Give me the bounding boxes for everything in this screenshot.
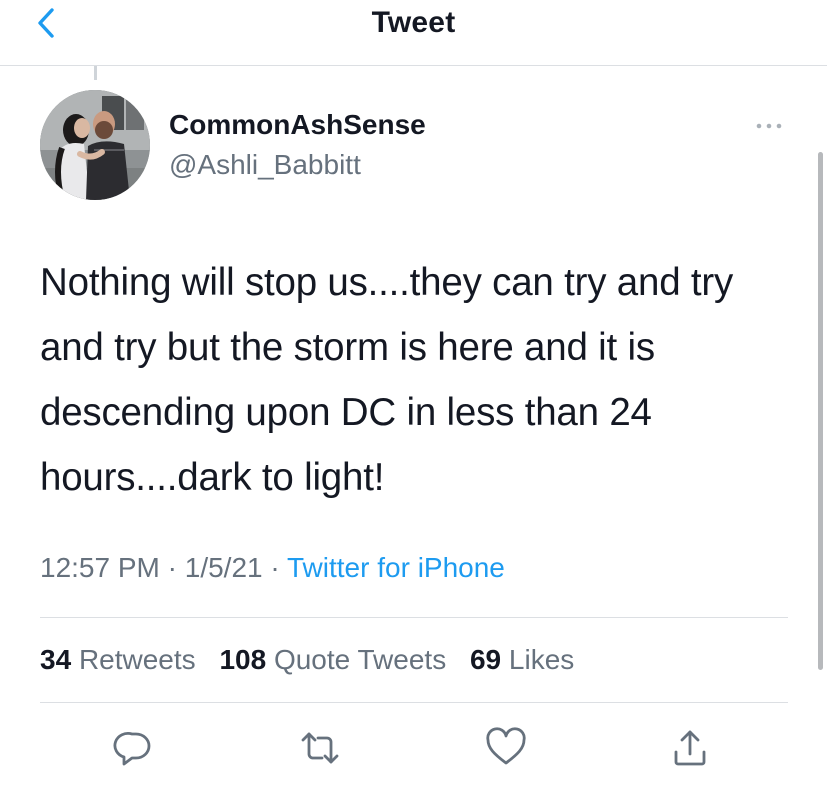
- author-display-name[interactable]: CommonAshSense: [169, 109, 426, 141]
- share-icon: [674, 730, 706, 766]
- reply-icon: [113, 732, 151, 766]
- divider: [40, 702, 788, 703]
- share-button[interactable]: [668, 726, 712, 770]
- retweet-icon: [301, 732, 339, 764]
- thread-connector-line: [94, 66, 97, 80]
- meta-separator: ·: [167, 552, 177, 583]
- more-options-button[interactable]: [752, 116, 786, 136]
- retweets-label: Retweets: [78, 644, 196, 675]
- tweet-source-link[interactable]: Twitter for iPhone: [287, 552, 505, 583]
- tweet-date: 1/5/21: [184, 552, 263, 583]
- tweet-time: 12:57 PM: [40, 552, 160, 583]
- scrollbar[interactable]: [818, 152, 823, 670]
- top-nav-bar: Tweet: [0, 0, 827, 66]
- retweet-button[interactable]: [298, 726, 342, 770]
- retweets-stat[interactable]: 34 Retweets: [40, 644, 196, 676]
- page-title: Tweet: [371, 6, 456, 39]
- engagement-stats: 34 Retweets 108 Quote Tweets 69 Likes: [40, 644, 590, 676]
- likes-stat[interactable]: 69 Likes: [470, 644, 574, 676]
- like-icon: [486, 727, 526, 765]
- divider: [40, 617, 788, 618]
- likes-count: 69: [469, 644, 502, 675]
- quote-tweets-label: Quote Tweets: [273, 644, 447, 675]
- tweet-metadata: 12:57 PM · 1/5/21 · Twitter for iPhone: [40, 552, 505, 584]
- likes-label: Likes: [508, 644, 575, 675]
- retweets-count: 34: [40, 644, 72, 675]
- author-handle[interactable]: @Ashli_Babbitt: [169, 149, 361, 181]
- like-button[interactable]: [484, 726, 528, 770]
- reply-button[interactable]: [112, 726, 156, 770]
- avatar-photo: [40, 90, 150, 200]
- more-dots-icon: [756, 123, 782, 129]
- quote-tweets-stat[interactable]: 108 Quote Tweets: [219, 644, 446, 676]
- tweet-text: Nothing will stop us....they can try and…: [40, 261, 734, 499]
- meta-separator: ·: [270, 552, 280, 583]
- quote-tweets-count: 108: [219, 644, 267, 675]
- avatar[interactable]: [40, 90, 150, 200]
